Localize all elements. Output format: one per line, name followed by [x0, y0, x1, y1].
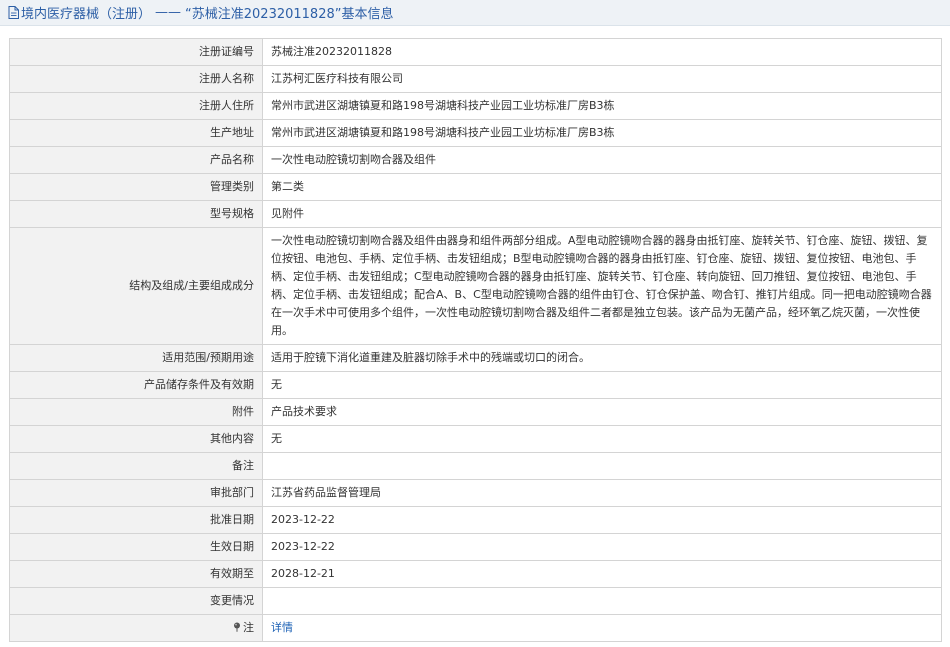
row-label: 型号规格 [9, 200, 263, 228]
row-value: 2023-12-22 [262, 506, 942, 534]
row-label: 产品名称 [9, 146, 263, 174]
note-label-cell: 注 [9, 614, 263, 642]
table-row: 管理类别 第二类 [9, 173, 942, 201]
row-label: 适用范围/预期用途 [9, 344, 263, 372]
row-value: 一次性电动腔镜切割吻合器及组件由器身和组件两部分组成。A型电动腔镜吻合器的器身由… [262, 227, 942, 345]
row-value: 常州市武进区湖塘镇夏和路198号湖塘科技产业园工业坊标准厂房B3栋 [262, 119, 942, 147]
note-label: 注 [243, 621, 254, 634]
table-row: 型号规格 见附件 [9, 200, 942, 228]
registration-detail-table: 注册证编号 苏械注准20232011828 注册人名称 江苏柯汇医疗科技有限公司… [9, 38, 942, 642]
row-value: 无 [262, 425, 942, 453]
table-row: 生产地址 常州市武进区湖塘镇夏和路198号湖塘科技产业园工业坊标准厂房B3栋 [9, 119, 942, 147]
table-row: 产品名称 一次性电动腔镜切割吻合器及组件 [9, 146, 942, 174]
row-label: 产品储存条件及有效期 [9, 371, 263, 399]
table-row: 适用范围/预期用途 适用于腔镜下消化道重建及脏器切除手术中的残端或切口的闭合。 [9, 344, 942, 372]
row-value: 2028-12-21 [262, 560, 942, 588]
table-row: 有效期至 2028-12-21 [9, 560, 942, 588]
table-row: 产品储存条件及有效期 无 [9, 371, 942, 399]
header-category: 境内医疗器械（注册） [21, 7, 152, 22]
row-label: 审批部门 [9, 479, 263, 507]
row-label: 结构及组成/主要组成成分 [9, 227, 263, 345]
row-value [262, 587, 942, 615]
row-value: 2023-12-22 [262, 533, 942, 561]
row-value: 江苏省药品监督管理局 [262, 479, 942, 507]
header-separator: —— [155, 5, 182, 20]
row-label: 附件 [9, 398, 263, 426]
row-value: 产品技术要求 [262, 398, 942, 426]
row-label: 管理类别 [9, 173, 263, 201]
row-value: 常州市武进区湖塘镇夏和路198号湖塘科技产业园工业坊标准厂房B3栋 [262, 92, 942, 120]
table-row: 审批部门 江苏省药品监督管理局 [9, 479, 942, 507]
header-record-title: “苏械注准20232011828”基本信息 [185, 7, 394, 22]
row-label: 其他内容 [9, 425, 263, 453]
pin-icon [234, 622, 240, 632]
row-value: 无 [262, 371, 942, 399]
note-value-cell: 详情 [262, 614, 942, 642]
row-label: 注册人住所 [9, 92, 263, 120]
row-value: 苏械注准20232011828 [262, 38, 942, 66]
details-link[interactable]: 详情 [271, 621, 293, 634]
row-value: 第二类 [262, 173, 942, 201]
row-label: 变更情况 [9, 587, 263, 615]
row-value [262, 452, 942, 480]
table-row: 附件 产品技术要求 [9, 398, 942, 426]
row-label: 生效日期 [9, 533, 263, 561]
table-row: 注册人名称 江苏柯汇医疗科技有限公司 [9, 65, 942, 93]
row-value: 一次性电动腔镜切割吻合器及组件 [262, 146, 942, 174]
row-value: 适用于腔镜下消化道重建及脏器切除手术中的残端或切口的闭合。 [262, 344, 942, 372]
row-value: 见附件 [262, 200, 942, 228]
table-row: 注册证编号 苏械注准20232011828 [9, 38, 942, 66]
table-row: 批准日期 2023-12-22 [9, 506, 942, 534]
table-row-note: 注 详情 [9, 614, 942, 642]
table-row: 注册人住所 常州市武进区湖塘镇夏和路198号湖塘科技产业园工业坊标准厂房B3栋 [9, 92, 942, 120]
row-label: 批准日期 [9, 506, 263, 534]
table-row: 备注 [9, 452, 942, 480]
row-label: 注册人名称 [9, 65, 263, 93]
row-value: 江苏柯汇医疗科技有限公司 [262, 65, 942, 93]
document-icon [8, 6, 19, 19]
page-header: 境内医疗器械（注册） —— “苏械注准20232011828”基本信息 [0, 0, 950, 26]
row-label: 生产地址 [9, 119, 263, 147]
row-label: 有效期至 [9, 560, 263, 588]
row-label: 注册证编号 [9, 38, 263, 66]
table-row: 生效日期 2023-12-22 [9, 533, 942, 561]
row-label: 备注 [9, 452, 263, 480]
table-row: 其他内容 无 [9, 425, 942, 453]
table-row: 结构及组成/主要组成成分 一次性电动腔镜切割吻合器及组件由器身和组件两部分组成。… [9, 227, 942, 345]
table-row: 变更情况 [9, 587, 942, 615]
